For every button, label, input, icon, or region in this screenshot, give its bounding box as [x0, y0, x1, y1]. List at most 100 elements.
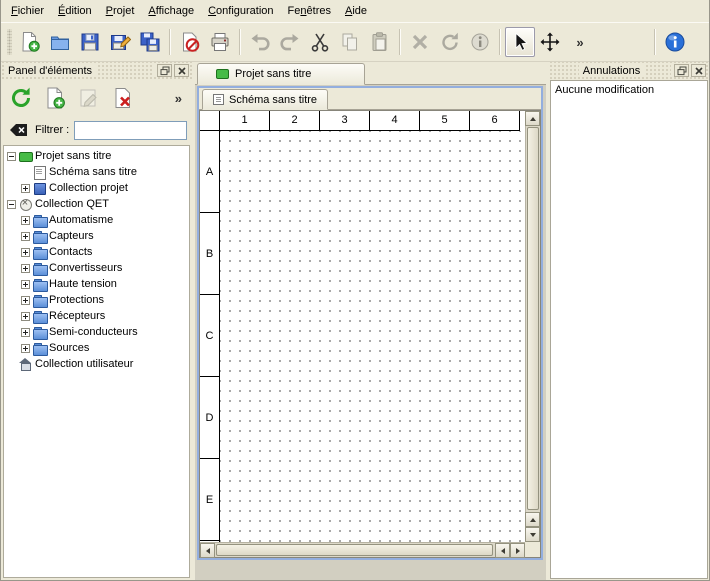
undo-button[interactable]: [245, 27, 275, 57]
tree-expander-icon[interactable]: [21, 232, 30, 241]
menu-item[interactable]: Affichage: [141, 2, 201, 20]
delete-element-button[interactable]: [108, 83, 138, 113]
folder-open-icon: [49, 31, 71, 53]
tree-expander-icon[interactable]: [7, 200, 16, 209]
scroll-up-button[interactable]: [525, 111, 540, 126]
close-panel-button[interactable]: [174, 64, 189, 77]
tree-item[interactable]: Schéma sans titre: [4, 164, 189, 180]
elements-panel-titlebar[interactable]: Panel d'éléments: [1, 62, 192, 79]
paste-button[interactable]: [365, 27, 395, 57]
tree-item[interactable]: Protections: [4, 292, 189, 308]
tree-expander-icon[interactable]: [21, 216, 30, 225]
tree-expander-icon[interactable]: [21, 328, 30, 337]
save-all-button[interactable]: [135, 27, 165, 57]
menu-item[interactable]: Projet: [99, 2, 142, 20]
copy-button[interactable]: [335, 27, 365, 57]
delete-x-icon: [409, 31, 431, 53]
filter-input[interactable]: [74, 121, 187, 140]
close-file-button[interactable]: [175, 27, 205, 57]
diagram-tab[interactable]: Schéma sans titre: [202, 89, 328, 110]
vertical-scrollbar[interactable]: [525, 111, 540, 542]
diagram-paper[interactable]: [220, 131, 525, 542]
save-button[interactable]: [75, 27, 105, 57]
tree-item[interactable]: Automatisme: [4, 212, 189, 228]
float-panel-button[interactable]: [674, 64, 689, 77]
scroll-right-button[interactable]: [510, 543, 525, 558]
print-button[interactable]: [205, 27, 235, 57]
menu-item[interactable]: Fichier: [4, 2, 51, 20]
cut-button[interactable]: [305, 27, 335, 57]
project-tab-label: Projet sans titre: [235, 68, 311, 80]
tree-item-label: Collection QET: [35, 198, 109, 210]
arrow-up-icon: [530, 518, 536, 522]
menu-item[interactable]: Édition: [51, 2, 99, 20]
rotate-button[interactable]: [435, 27, 465, 57]
close-icon: [694, 66, 704, 76]
clear-filter-button[interactable]: [6, 120, 30, 140]
copy-icon: [339, 31, 361, 53]
horizontal-scrollbar[interactable]: [200, 542, 525, 557]
edit-element-button[interactable]: [74, 83, 104, 113]
close-panel-button[interactable]: [691, 64, 706, 77]
tree-item[interactable]: Collection projet: [4, 180, 189, 196]
new-project-button[interactable]: [15, 27, 45, 57]
tree-item[interactable]: Contacts: [4, 244, 189, 260]
open-project-button[interactable]: [45, 27, 75, 57]
scroll-up-button-2[interactable]: [525, 512, 540, 527]
scroll-left-button-2[interactable]: [495, 543, 510, 558]
row-label: A: [200, 131, 219, 213]
tree-item[interactable]: Haute tension: [4, 276, 189, 292]
tree-item[interactable]: Capteurs: [4, 228, 189, 244]
move-tool-button[interactable]: [535, 27, 565, 57]
tree-item[interactable]: Sources: [4, 340, 189, 356]
toolbar-overflow-button[interactable]: »: [565, 27, 595, 57]
tree-expander-icon[interactable]: [21, 312, 30, 321]
cursor-arrow-icon: [509, 31, 531, 53]
delete-button[interactable]: [405, 27, 435, 57]
horizontal-scroll-thumb[interactable]: [216, 544, 493, 556]
menu-item[interactable]: Aide: [338, 2, 374, 20]
tree-item[interactable]: Récepteurs: [4, 308, 189, 324]
redo-button[interactable]: [275, 27, 305, 57]
scroll-left-button[interactable]: [200, 543, 215, 558]
selection-tool-button[interactable]: [505, 27, 535, 57]
vertical-scroll-thumb[interactable]: [527, 127, 539, 510]
tree-expander-icon[interactable]: [21, 296, 30, 305]
toolbar-grip[interactable]: [7, 29, 12, 55]
tree-item-icon: [33, 310, 46, 322]
undo-list-item[interactable]: Aucune modification: [551, 81, 707, 99]
float-panel-button[interactable]: [157, 64, 172, 77]
elements-panel-title: Panel d'éléments: [4, 65, 96, 77]
project-tab[interactable]: Projet sans titre: [197, 63, 365, 85]
tree-item[interactable]: Collection QET: [4, 196, 189, 212]
diagram-canvas[interactable]: 123456 ABCDE: [200, 111, 525, 542]
panel-overflow-button[interactable]: »: [170, 89, 187, 108]
about-info-button[interactable]: [660, 27, 690, 57]
undo-panel-titlebar[interactable]: Annulations: [549, 62, 709, 79]
tree-expander-icon[interactable]: [7, 152, 16, 161]
tree-expander-icon[interactable]: [21, 264, 30, 273]
toolbar-separator: [499, 29, 501, 55]
tree-item-label: Récepteurs: [49, 310, 105, 322]
menu-item[interactable]: Fenêtres: [281, 2, 338, 20]
tree-item[interactable]: Convertisseurs: [4, 260, 189, 276]
tree-expander-icon[interactable]: [21, 248, 30, 257]
workspace: Panel d'éléments » Filtrer :: [1, 62, 709, 580]
tree-item[interactable]: Projet sans titre: [4, 148, 189, 164]
toolbar-separator: [654, 29, 656, 55]
diagram-info-button[interactable]: [465, 27, 495, 57]
new-element-button[interactable]: [40, 83, 70, 113]
scroll-down-button[interactable]: [525, 527, 540, 542]
tree-item-label: Protections: [49, 294, 104, 306]
tree-item[interactable]: Semi-conducteurs: [4, 324, 189, 340]
column-ruler: 123456: [220, 111, 520, 131]
undo-arrow-icon: [249, 31, 271, 53]
tree-expander-icon[interactable]: [21, 184, 30, 193]
save-as-button[interactable]: [105, 27, 135, 57]
reload-collections-button[interactable]: [6, 83, 36, 113]
tree-item[interactable]: Collection utilisateur: [4, 356, 189, 372]
tree-expander-icon[interactable]: [21, 280, 30, 289]
edit-pencil-icon: [77, 86, 101, 110]
menu-item[interactable]: Configuration: [201, 2, 280, 20]
tree-expander-icon[interactable]: [21, 344, 30, 353]
